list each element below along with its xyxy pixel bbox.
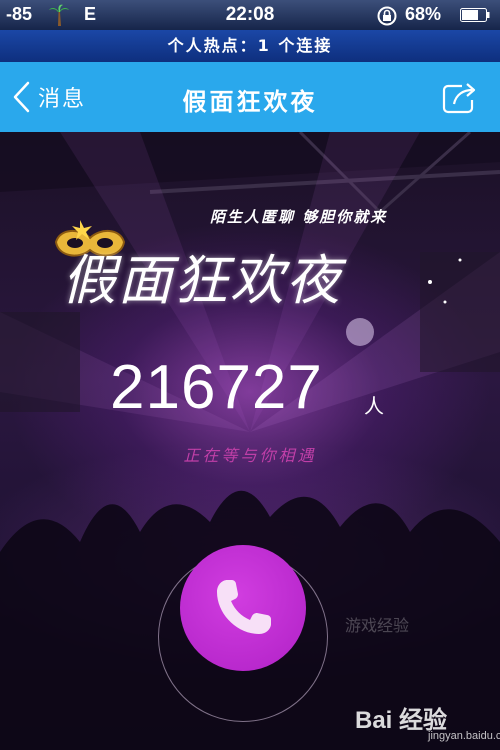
watermark-faint: 游戏经验 <box>345 616 410 635</box>
brand-title: 假面狂欢夜 <box>62 249 342 312</box>
count-unit: 人 <box>364 394 384 418</box>
battery-icon <box>460 8 490 22</box>
online-count: 216727 <box>110 353 323 422</box>
hotspot-banner[interactable]: 个人热点：1 个连接 <box>0 30 500 62</box>
watermark-url: jingyan.baidu.com <box>428 730 500 742</box>
phone-icon <box>217 580 271 634</box>
navigation-bar: 消息 假面狂欢夜 <box>0 62 500 132</box>
call-button[interactable] <box>180 545 306 671</box>
share-icon[interactable] <box>440 80 480 116</box>
party-stage: 陌生人匿聊 够胆你就来 假面狂欢夜 216727 人 正在等与你相遇 游戏经验 … <box>0 132 500 750</box>
rotation-lock-icon <box>377 6 397 26</box>
page-title: 假面狂欢夜 <box>182 88 318 116</box>
tagline: 正在等与你相遇 <box>183 446 317 465</box>
slogan: 陌生人匿聊 够胆你就来 <box>210 208 388 226</box>
battery-percent: 68% <box>405 4 442 24</box>
status-bar: -85 E 22:08 68% <box>0 0 500 30</box>
